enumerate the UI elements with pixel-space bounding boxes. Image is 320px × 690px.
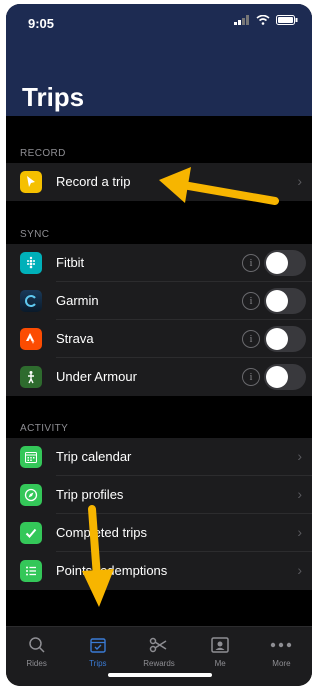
info-icon[interactable]: i <box>242 330 260 348</box>
fitbit-toggle[interactable] <box>264 250 306 276</box>
activity-row-trip-profiles[interactable]: Trip profiles › <box>6 476 312 514</box>
search-icon <box>6 635 67 655</box>
strava-label: Strava <box>56 331 94 346</box>
under-armour-icon <box>20 366 42 388</box>
status-icons <box>234 15 298 25</box>
under-armour-toggle[interactable] <box>264 364 306 390</box>
signal-icon <box>234 15 249 25</box>
sync-row-fitbit[interactable]: Fitbit i <box>6 244 312 282</box>
info-icon[interactable]: i <box>242 368 260 386</box>
activity-row-completed-trips[interactable]: Completed trips › <box>6 514 312 552</box>
record-trip-row[interactable]: Record a trip › <box>6 163 312 201</box>
toggle-knob <box>266 252 288 274</box>
sync-row-garmin[interactable]: Garmin i <box>6 282 312 320</box>
info-icon[interactable]: i <box>242 292 260 310</box>
tab-rides[interactable]: Rides <box>6 627 67 686</box>
toggle-knob <box>266 366 288 388</box>
chevron-right-icon: › <box>297 173 302 189</box>
fitbit-label: Fitbit <box>56 255 85 270</box>
sync-row-under-armour[interactable]: Under Armour i <box>6 358 312 396</box>
section-label-activity: ACTIVITY <box>20 423 69 434</box>
record-trip-label: Record a trip <box>56 174 131 189</box>
tab-rewards[interactable]: Rewards <box>128 627 189 686</box>
tab-label-rides: Rides <box>26 659 47 668</box>
phone-screen: 9:05 Trips RECORD Record a trip › SYNC F… <box>6 4 312 686</box>
section-label-sync: SYNC <box>20 229 50 240</box>
activity-row-trip-calendar[interactable]: Trip calendar › <box>6 438 312 476</box>
cursor-icon <box>20 171 42 193</box>
fitbit-icon <box>20 252 42 274</box>
under-armour-label: Under Armour <box>56 369 137 384</box>
more-icon <box>251 635 312 655</box>
toggle-knob <box>266 328 288 350</box>
garmin-label: Garmin <box>56 293 99 308</box>
calendar-check-icon <box>67 635 128 655</box>
completed-trips-label: Completed trips <box>56 525 148 540</box>
scissors-icon <box>128 635 189 655</box>
strava-toggle[interactable] <box>264 326 306 352</box>
chevron-right-icon: › <box>297 448 302 464</box>
list-icon <box>20 560 42 582</box>
tab-label-trips: Trips <box>89 659 107 668</box>
garmin-icon <box>20 290 42 312</box>
tab-label-rewards: Rewards <box>143 659 175 668</box>
toggle-knob <box>266 290 288 312</box>
status-time: 9:05 <box>28 16 55 31</box>
page-title: Trips <box>22 82 85 112</box>
section-label-record: RECORD <box>20 148 66 159</box>
home-indicator[interactable] <box>108 673 212 677</box>
chevron-right-icon: › <box>297 486 302 502</box>
trip-calendar-label: Trip calendar <box>56 449 132 464</box>
header: 9:05 Trips <box>6 4 312 116</box>
tab-trips[interactable]: Trips <box>67 627 128 686</box>
tab-label-me: Me <box>214 659 226 668</box>
info-icon[interactable]: i <box>242 254 260 272</box>
profile-icon <box>190 635 251 655</box>
battery-icon <box>276 15 298 25</box>
sync-row-strava[interactable]: Strava i <box>6 320 312 358</box>
tab-more[interactable]: More <box>251 627 312 686</box>
wifi-icon <box>256 15 270 25</box>
tab-bar: Rides Trips Rewards Me More <box>6 626 312 686</box>
calendar-icon <box>20 446 42 468</box>
chevron-right-icon: › <box>297 562 302 578</box>
tab-label-more: More <box>272 659 291 668</box>
activity-row-points-redemptions[interactable]: Points redemptions › <box>6 552 312 590</box>
points-redemptions-label: Points redemptions <box>56 563 168 578</box>
chevron-right-icon: › <box>297 524 302 540</box>
strava-icon <box>20 328 42 350</box>
content: RECORD Record a trip › SYNC Fitbit i Gar… <box>6 116 312 626</box>
compass-icon <box>20 484 42 506</box>
garmin-toggle[interactable] <box>264 288 306 314</box>
tab-me[interactable]: Me <box>190 627 251 686</box>
trip-profiles-label: Trip profiles <box>56 487 124 502</box>
checkmark-icon <box>20 522 42 544</box>
